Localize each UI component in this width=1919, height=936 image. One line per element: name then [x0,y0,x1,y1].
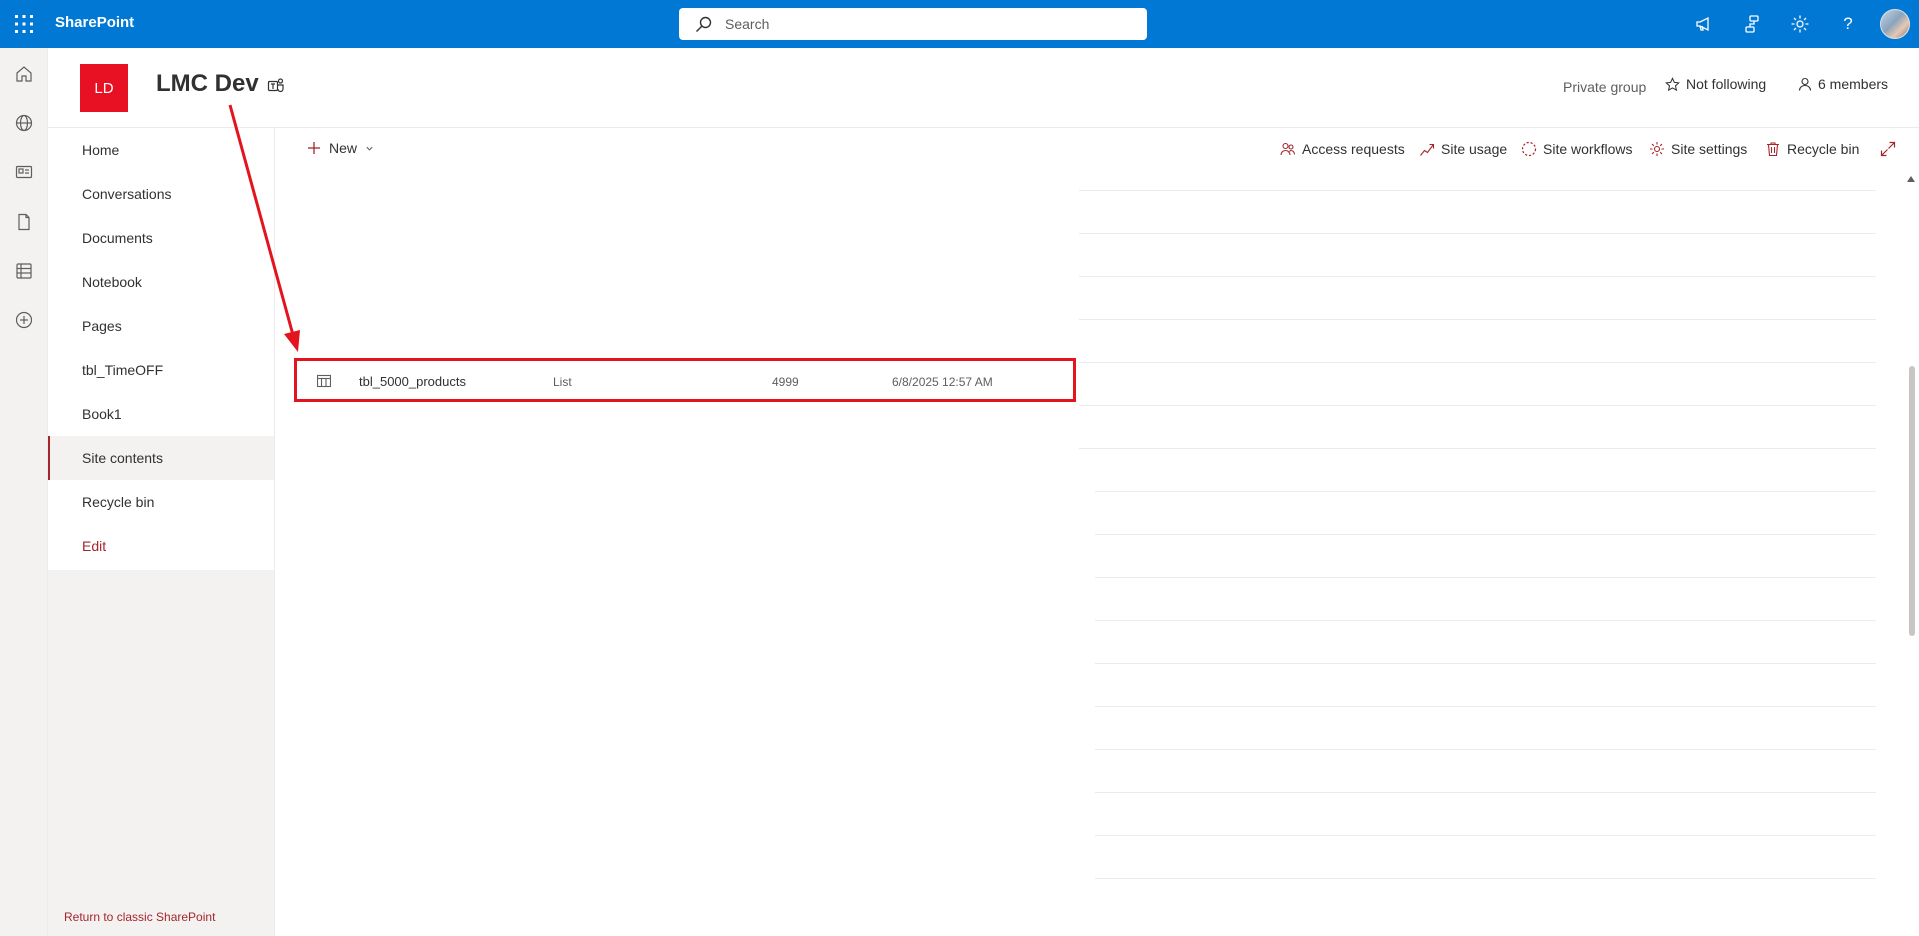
privacy-label: Private group [1563,79,1647,95]
expand-button[interactable] [1880,141,1896,157]
vertical-scrollbar[interactable] [1909,366,1915,636]
megaphone-icon[interactable] [1692,12,1716,36]
app-bar [0,48,48,936]
item-name[interactable]: tbl_5000_products [359,374,466,389]
flow-icon[interactable] [1740,12,1764,36]
nav-footer: Return to classic SharePoint [48,570,274,936]
access-requests-button[interactable]: Access requests [1280,141,1405,157]
item-modified: 6/8/2025 12:57 AM [892,375,993,389]
workflow-icon [1521,141,1537,157]
members-label: 6 members [1818,76,1889,92]
news-icon[interactable] [13,161,35,183]
return-to-classic-link[interactable]: Return to classic SharePoint [64,910,215,924]
home-icon[interactable] [13,63,35,85]
site-logo[interactable]: LD [80,64,128,112]
nav-item-conversations[interactable]: Conversations [48,172,274,216]
item-count: 4999 [772,375,799,389]
access-requests-label: Access requests [1302,141,1405,157]
nav-item-documents[interactable]: Documents [48,216,274,260]
nav-item-pages[interactable]: Pages [48,304,274,348]
person-icon [1798,77,1812,91]
globe-icon[interactable] [13,112,35,134]
document-icon[interactable] [13,211,35,233]
site-workflows-button[interactable]: Site workflows [1521,141,1632,157]
scroll-up-arrow[interactable] [1907,176,1915,182]
chevron-down-icon [366,146,373,151]
recycle-bin-button[interactable]: Recycle bin [1765,141,1859,157]
site-header: LD LMC Dev Private group Not following 6… [48,48,1919,128]
site-usage-button[interactable]: Site usage [1419,141,1507,157]
brand-name[interactable]: SharePoint [55,14,134,31]
nav-item-tbl-timeoff[interactable]: tbl_TimeOFF [48,348,274,392]
left-navigation: Home Conversations Documents Notebook Pa… [48,128,275,936]
site-contents-area: tbl_5000_products List 4999 6/8/2025 12:… [275,172,1919,936]
nav-item-notebook[interactable]: Notebook [48,260,274,304]
site-settings-button[interactable]: Site settings [1649,141,1747,157]
nav-item-recycle-bin[interactable]: Recycle bin [48,480,274,524]
app-launcher-icon[interactable] [14,14,34,34]
command-bar: New Access requests Site usage Site work… [275,128,1919,172]
site-usage-label: Site usage [1441,141,1508,157]
search-box[interactable] [679,8,1147,40]
people-icon [1280,142,1296,156]
new-button[interactable]: New [307,140,374,156]
search-input[interactable] [725,8,1125,40]
teams-icon[interactable] [267,77,285,95]
help-icon[interactable]: ? [1836,12,1860,36]
recycle-bin-label: Recycle bin [1787,141,1860,157]
gear-icon[interactable] [1788,12,1812,36]
add-circle-icon[interactable] [13,309,35,331]
settings-icon [1650,142,1664,156]
list-item-tbl-5000-products[interactable]: tbl_5000_products List 4999 6/8/2025 12:… [294,358,1076,402]
user-avatar[interactable] [1880,9,1910,39]
nav-item-home[interactable]: Home [48,128,274,172]
search-icon [696,16,712,32]
item-type: List [553,375,572,389]
nav-item-book1[interactable]: Book1 [48,392,274,436]
site-workflows-label: Site workflows [1543,141,1633,157]
site-title[interactable]: LMC Dev [156,70,259,98]
list-icon [317,374,331,388]
chart-icon [1420,143,1435,156]
members-button[interactable]: 6 members [1798,76,1888,92]
trash-icon [1767,142,1779,157]
plus-icon [308,142,320,154]
new-label: New [329,140,358,156]
lists-icon[interactable] [13,260,35,282]
suite-bar: SharePoint ? [0,0,1919,48]
nav-item-site-contents[interactable]: Site contents [48,436,274,480]
nav-edit-link[interactable]: Edit [48,524,274,568]
site-settings-label: Site settings [1671,141,1748,157]
follow-label: Not following [1686,76,1767,92]
follow-button[interactable]: Not following [1665,76,1766,92]
star-icon [1665,76,1680,91]
expand-icon [1880,141,1896,157]
